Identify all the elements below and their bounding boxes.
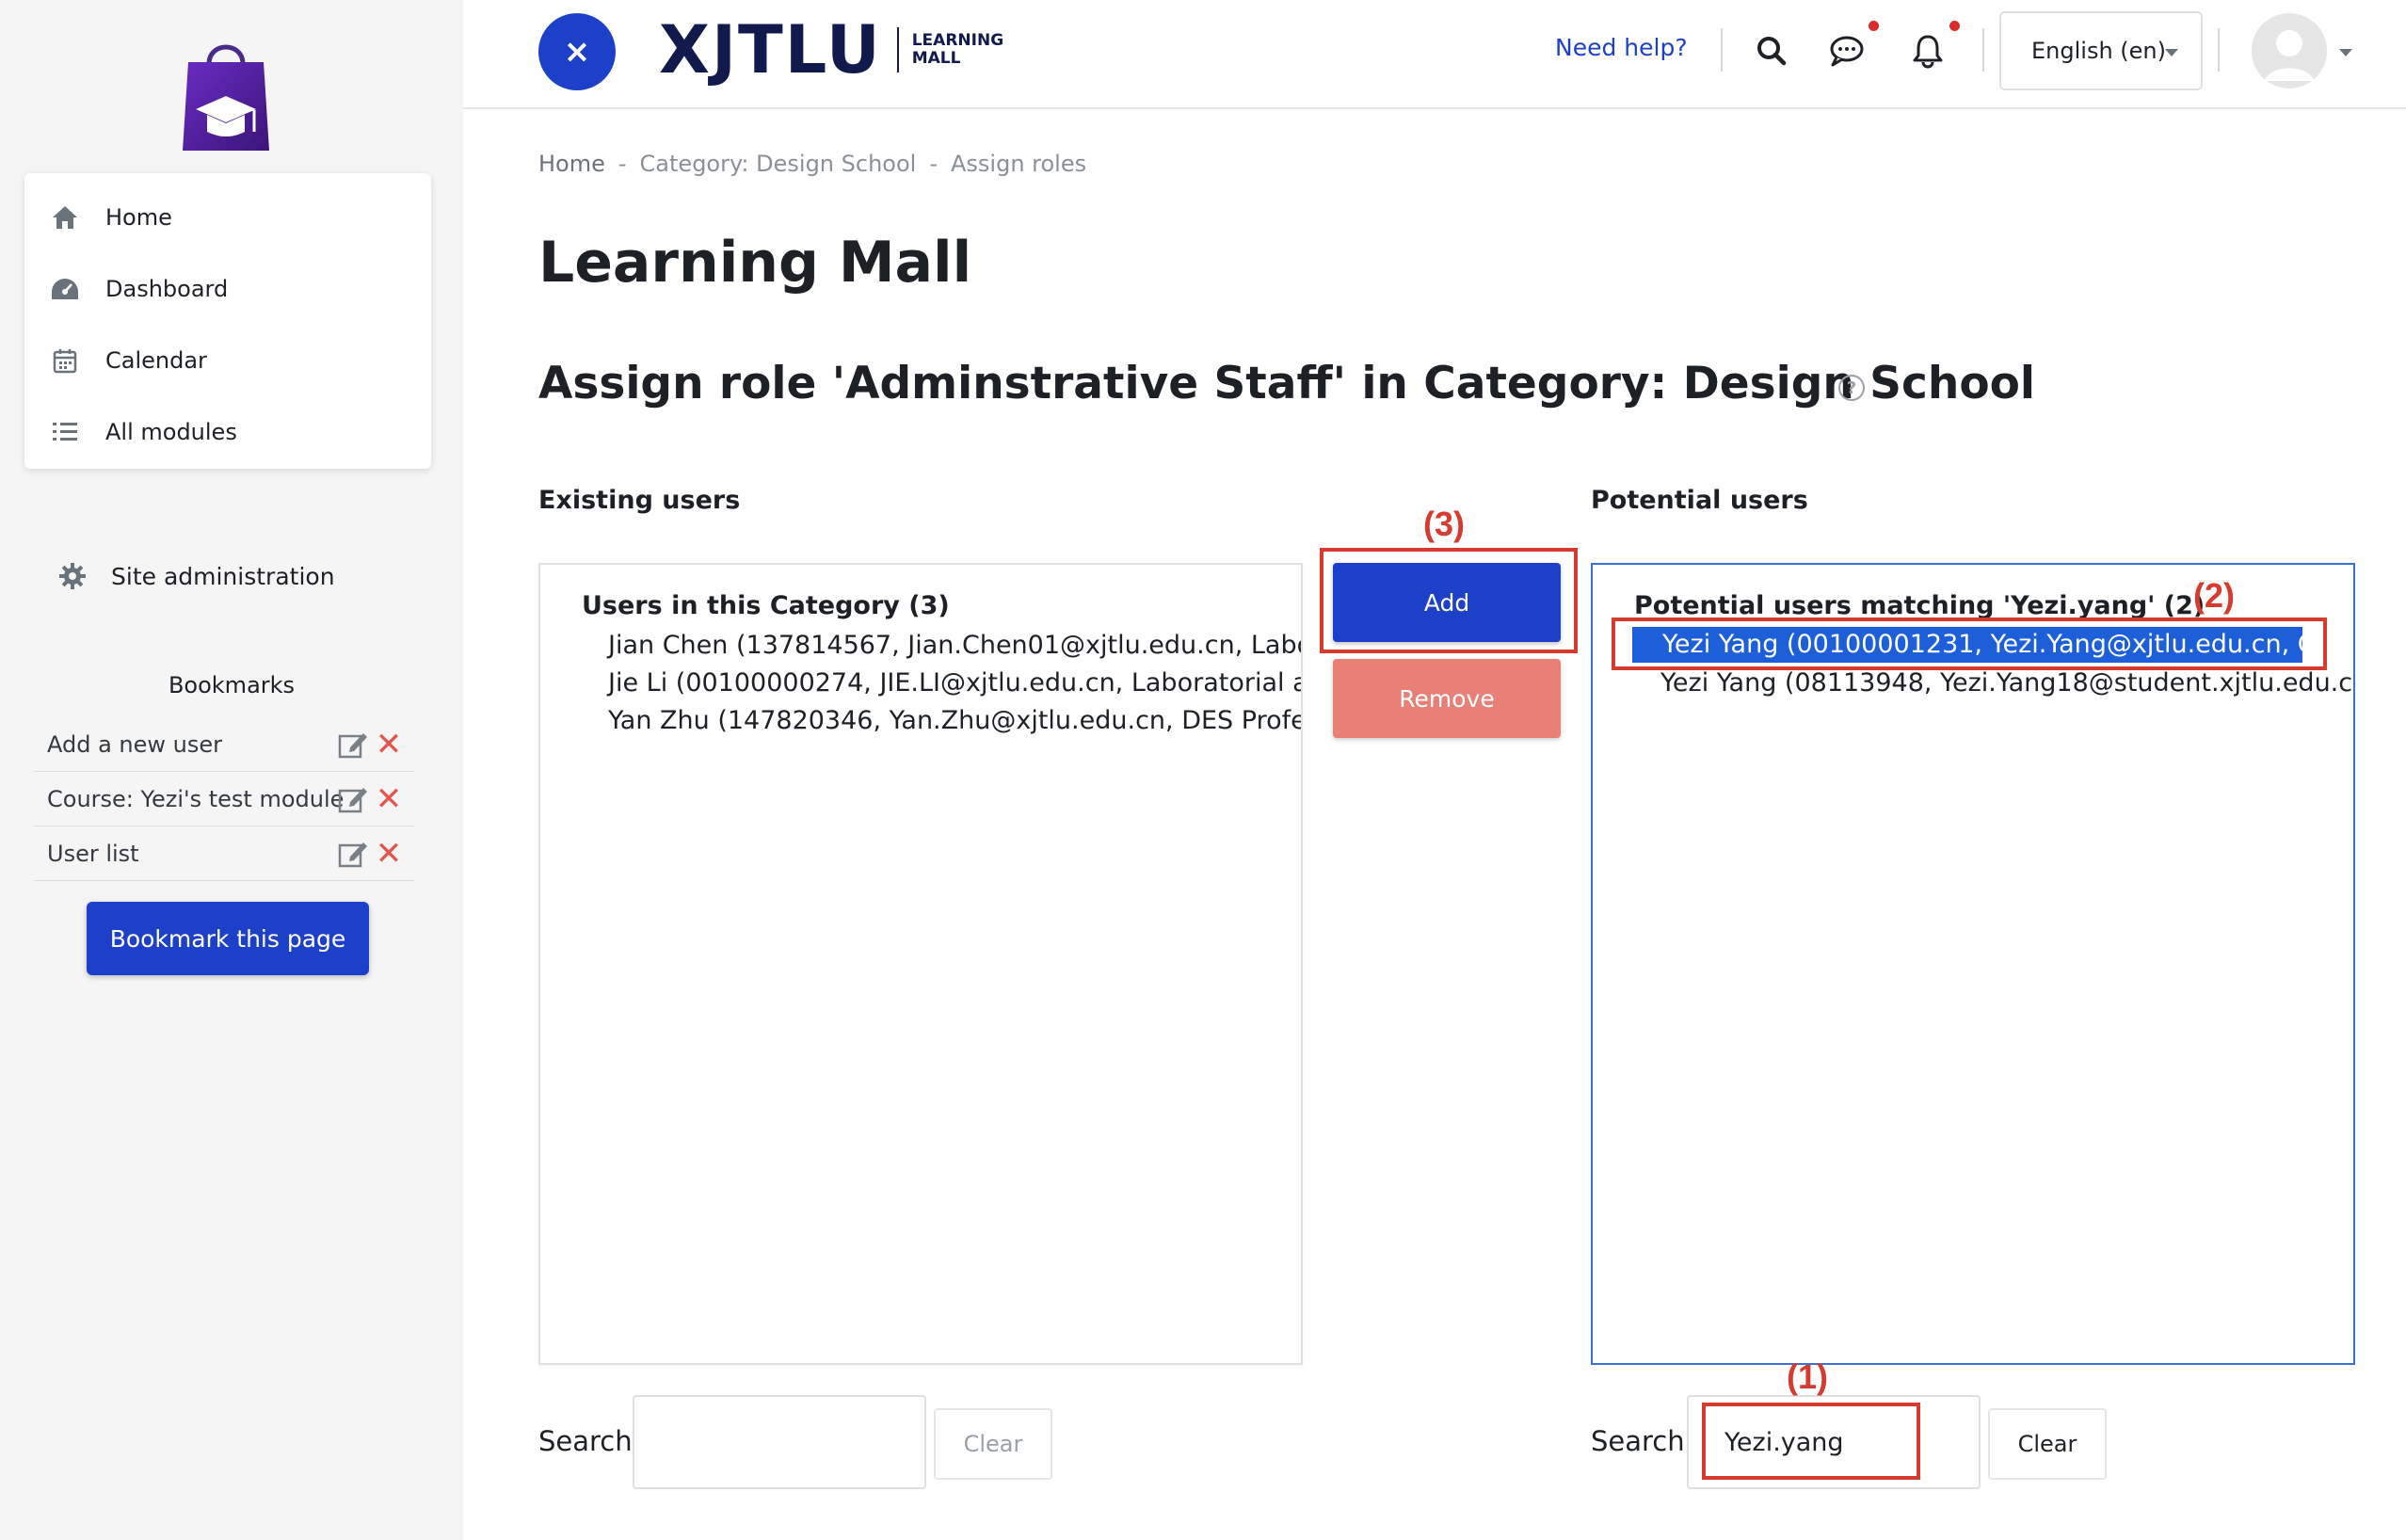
remove-button[interactable]: Remove <box>1333 659 1561 738</box>
annotation-box-selected-user <box>1612 618 2327 670</box>
potential-clear-button[interactable]: Clear <box>1988 1408 2107 1480</box>
header-divider <box>1721 28 1723 72</box>
nav-item-all-modules[interactable]: All modules <box>24 397 431 467</box>
user-menu-chevron-icon[interactable] <box>2339 49 2352 56</box>
site-administration-link[interactable]: Site administration <box>56 555 335 597</box>
brand-subtitle-line-2: MALL <box>911 49 961 68</box>
nav-label: Calendar <box>105 347 207 374</box>
breadcrumb-separator: - <box>618 151 627 177</box>
nav-label: All modules <box>105 419 237 445</box>
header-divider <box>2218 28 2220 72</box>
breadcrumb: Home - Category: Design School - Assign role… <box>538 151 1086 177</box>
edit-icon[interactable] <box>337 729 369 761</box>
existing-search-label: Search <box>538 1425 633 1457</box>
bookmark-item: Course: Yezi's test module ✕ <box>34 772 414 826</box>
nav-item-dashboard[interactable]: Dashboard <box>24 254 431 324</box>
breadcrumb-separator: - <box>929 151 938 177</box>
breadcrumb-current: Assign roles <box>950 151 1087 177</box>
nav-item-calendar[interactable]: Calendar <box>24 326 431 395</box>
chevron-down-icon <box>2165 49 2178 56</box>
bookmark-item: Add a new user ✕ <box>34 717 414 772</box>
assign-role-heading: Assign role 'Adminstrative Staff' in Cat… <box>538 358 2036 409</box>
annotation-step-2: (2) <box>2193 576 2235 615</box>
breadcrumb-home[interactable]: Home <box>538 151 605 177</box>
list-icon <box>49 416 81 448</box>
annotation-step-1: (1) <box>1787 1357 1828 1396</box>
existing-search-input[interactable] <box>633 1395 926 1489</box>
gear-icon <box>56 560 88 592</box>
main-navigation: Home Dashboard Calendar All modules <box>24 173 431 469</box>
potential-users-group: Potential users matching 'Yezi.yang' (2) <box>1634 591 2206 620</box>
bookmark-link[interactable]: Add a new user <box>47 731 222 758</box>
brand-subtitle-line-1: LEARNING <box>911 31 1004 50</box>
delete-icon[interactable]: ✕ <box>375 729 403 761</box>
potential-users-select[interactable]: Potential users matching 'Yezi.yang' (2)… <box>1591 563 2355 1365</box>
nav-label: Home <box>105 204 172 231</box>
nav-label: Dashboard <box>105 276 229 302</box>
dashboard-icon <box>49 273 81 305</box>
existing-users-label: Existing users <box>538 486 741 515</box>
header-divider <box>1982 28 1984 72</box>
language-selector[interactable]: English (en) <box>1999 11 2203 90</box>
potential-search-label: Search <box>1591 1425 1685 1457</box>
nav-item-home[interactable]: Home <box>24 183 431 252</box>
existing-user-option[interactable]: Jian Chen (137814567, Jian.Chen01@xjtlu.… <box>608 631 1301 660</box>
existing-users-select[interactable]: Users in this Category (3) Jian Chen (13… <box>538 563 1303 1365</box>
delete-icon[interactable]: ✕ <box>375 783 403 815</box>
delete-icon[interactable]: ✕ <box>375 838 403 870</box>
bookmark-link[interactable]: Course: Yezi's test module <box>47 786 344 812</box>
bookmarks-title: Bookmarks <box>168 672 296 698</box>
existing-user-option[interactable]: Yan Zhu (147820346, Yan.Zhu@xjtlu.edu.cn… <box>608 706 1301 735</box>
xjtlu-brand-logo[interactable]: XJTLU LEARNING MALL <box>659 11 1003 88</box>
messages-icon[interactable] <box>1828 32 1866 70</box>
edit-icon[interactable] <box>337 838 369 870</box>
sidebar: Home Dashboard Calendar All modules Site… <box>0 0 463 1540</box>
notifications-unread-dot <box>1949 21 1960 31</box>
annotation-box-search <box>1702 1403 1920 1480</box>
annotation-box-add <box>1320 548 1578 653</box>
breadcrumb-category[interactable]: Category: Design School <box>640 151 917 177</box>
home-icon <box>49 201 81 233</box>
user-avatar[interactable] <box>2252 13 2327 88</box>
annotation-step-3: (3) <box>1423 505 1465 543</box>
messages-unread-dot <box>1869 21 1879 31</box>
brand-subtitle: LEARNING MALL <box>912 32 1003 68</box>
brand-divider <box>896 27 899 72</box>
top-navbar: × XJTLU LEARNING MALL Need help? English… <box>463 0 2406 109</box>
learning-mall-logo[interactable] <box>179 28 273 154</box>
brand-name: XJTLU <box>659 11 882 88</box>
potential-user-option[interactable]: Yezi Yang (08113948, Yezi.Yang18@student… <box>1660 668 2353 698</box>
notifications-bell-icon[interactable] <box>1909 32 1947 70</box>
need-help-link[interactable]: Need help? <box>1555 34 1688 61</box>
existing-users-group: Users in this Category (3) <box>582 591 950 620</box>
help-icon[interactable]: ? <box>1838 375 1865 401</box>
close-drawer-button[interactable]: × <box>538 13 616 90</box>
bookmark-item: User list ✕ <box>34 826 414 881</box>
page-title: Learning Mall <box>538 230 972 296</box>
potential-users-label: Potential users <box>1591 486 1808 515</box>
existing-clear-button[interactable]: Clear <box>934 1408 1052 1480</box>
bookmark-link[interactable]: User list <box>47 841 139 867</box>
edit-icon[interactable] <box>337 783 369 815</box>
close-icon: × <box>563 33 591 71</box>
bookmark-this-page-button[interactable]: Bookmark this page <box>87 902 369 975</box>
language-label: English (en) <box>2031 38 2166 64</box>
search-icon[interactable] <box>1753 32 1790 70</box>
calendar-icon <box>49 345 81 377</box>
existing-user-option[interactable]: Jie Li (00100000274, JIE.LI@xjtlu.edu.cn… <box>608 668 1301 698</box>
site-administration-label: Site administration <box>111 562 335 590</box>
